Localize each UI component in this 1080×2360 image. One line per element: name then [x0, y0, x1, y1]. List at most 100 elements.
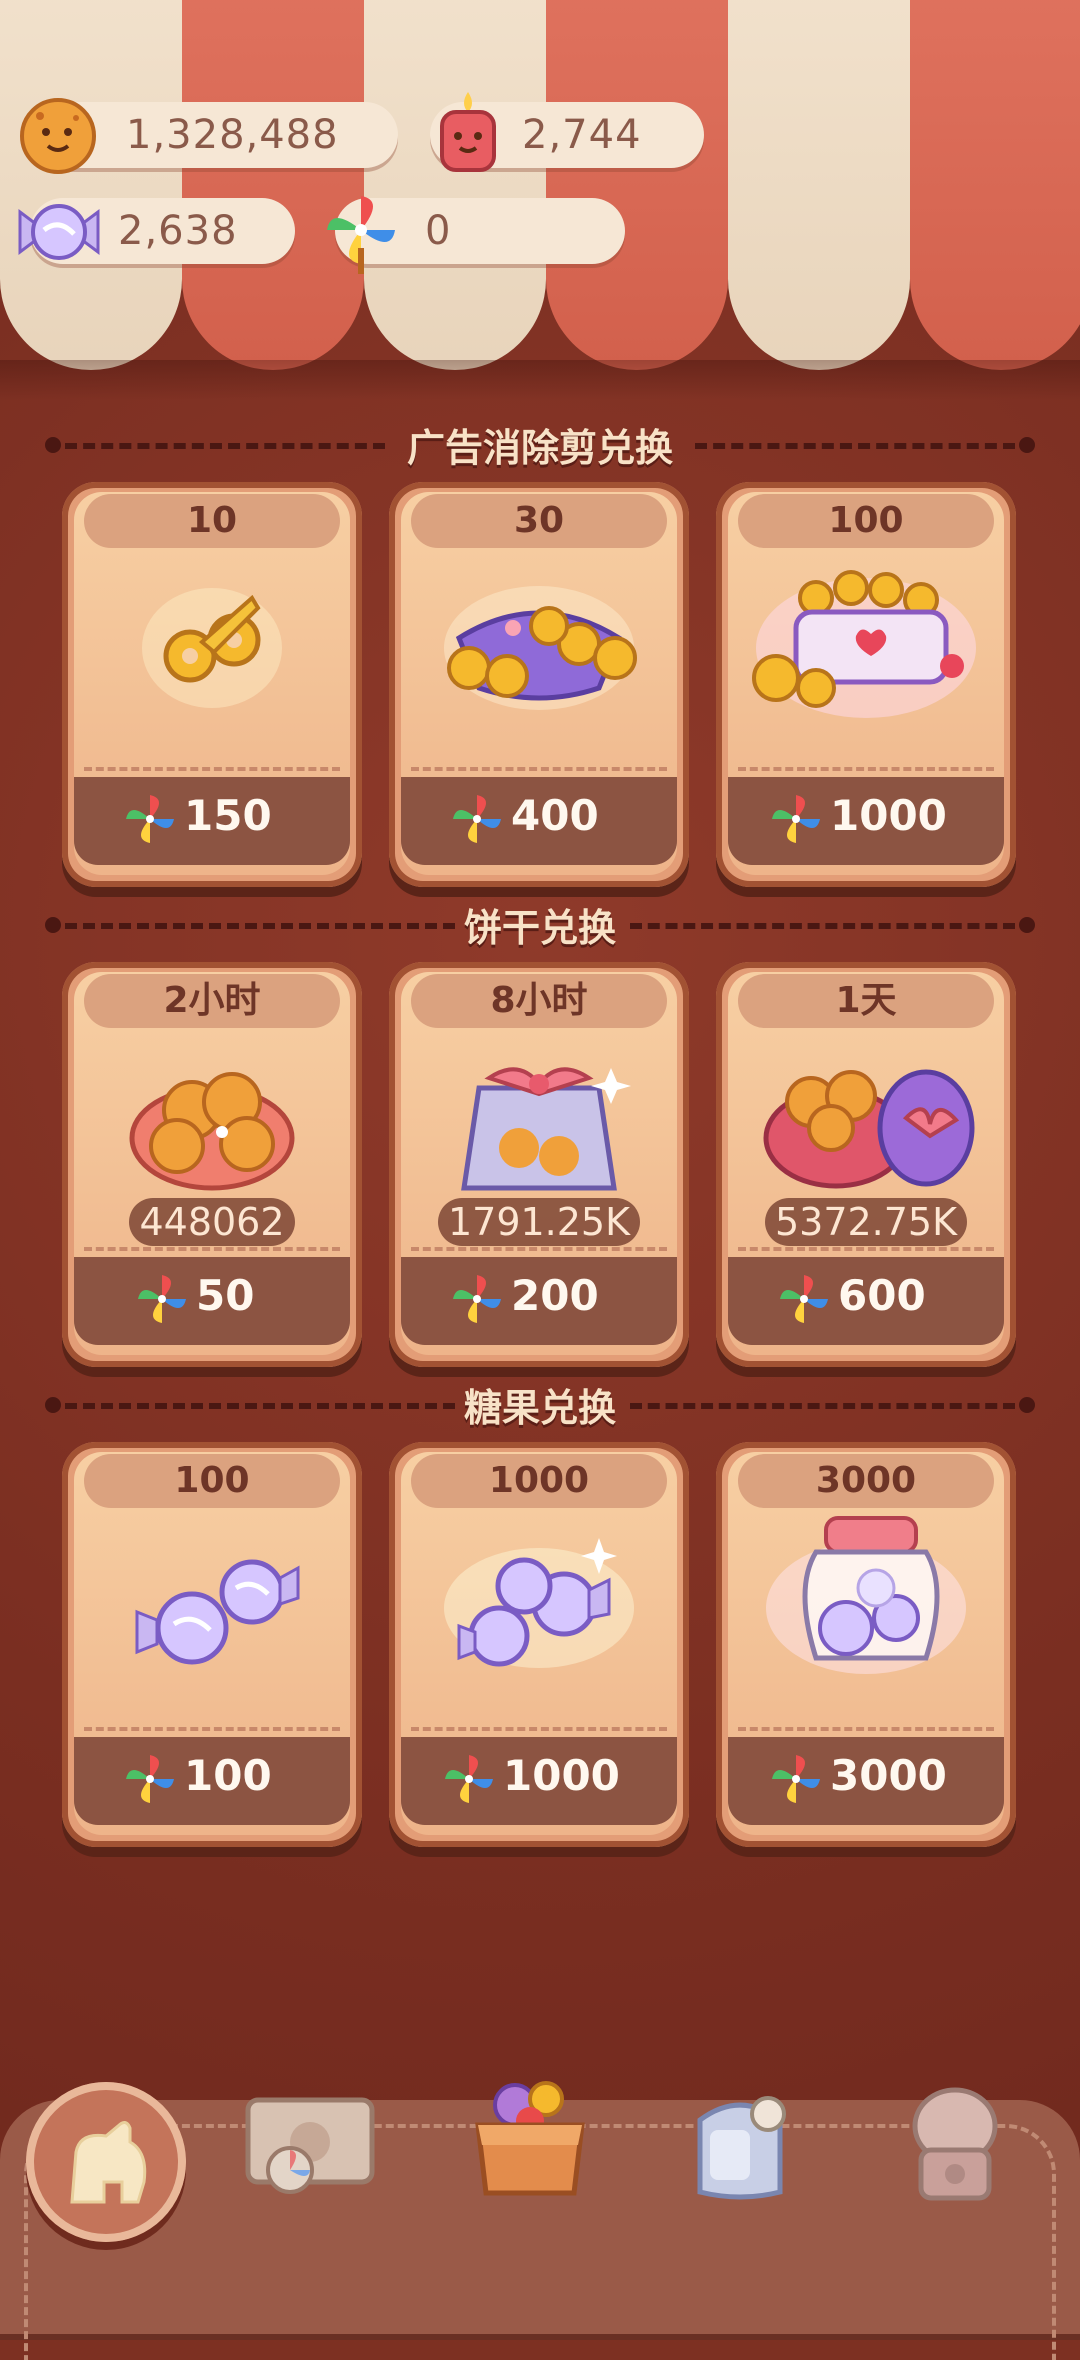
card-label: 1天	[738, 974, 994, 1028]
price-band: 600	[728, 1257, 1004, 1345]
back-icon	[70, 2121, 147, 2204]
shop-box-icon[interactable]	[460, 2075, 600, 2205]
reward-amount-text: 1791.25K	[437, 1198, 641, 1246]
cookie-currency[interactable]: 1,328,488	[20, 98, 398, 174]
candle-count: 2,744	[522, 112, 642, 158]
card-divider	[738, 1247, 994, 1251]
section-title: 糖果兑换	[463, 1386, 616, 1430]
pinwheel-icon	[126, 1755, 174, 1803]
pinwheel-currency[interactable]: 0	[327, 196, 625, 274]
shop-card-candy-1000[interactable]: 1000 1000	[389, 1442, 689, 1847]
machine-icon[interactable]	[885, 2080, 1025, 2210]
shop-card-candy-3000[interactable]: 3000 3000	[716, 1442, 1016, 1847]
awning-stripe	[0, 0, 182, 370]
price-band: 400	[401, 777, 677, 865]
price-value: 200	[511, 1271, 599, 1320]
reward-amount: 448062	[62, 1198, 362, 1246]
gold-scissors-icon	[142, 588, 282, 708]
card-label: 10	[84, 494, 340, 548]
scissors-jar-icon	[752, 570, 976, 718]
cookie-pile-icon	[129, 1072, 295, 1191]
pinwheel-icon	[327, 196, 395, 274]
card-divider	[411, 1247, 667, 1251]
awning-stripe	[182, 0, 364, 370]
card-label: 100	[84, 1454, 340, 1508]
pinwheel-icon	[445, 1755, 493, 1803]
card-divider	[411, 767, 667, 771]
card-divider	[84, 1247, 340, 1251]
price-value: 400	[511, 791, 599, 840]
cookie-count: 1,328,488	[126, 112, 339, 158]
scissors-basket-icon	[444, 586, 637, 710]
candle-currency[interactable]: 2,744	[430, 92, 704, 172]
awning-stripe	[728, 0, 910, 370]
shop-card-cookies-8h[interactable]: 8小时 1791.25K 200	[389, 962, 689, 1367]
pinwheel-icon	[453, 795, 501, 843]
price-band: 1000	[728, 777, 1004, 865]
cookie-gift-bag-icon	[461, 1067, 631, 1191]
awning-stripe	[546, 0, 728, 370]
cookie-gift-box-icon	[763, 1069, 975, 1189]
price-band: 50	[74, 1257, 350, 1345]
reward-amount: 5372.75K	[716, 1198, 1016, 1246]
price-value: 600	[838, 1271, 926, 1320]
price-value: 50	[196, 1271, 255, 1320]
map-icon[interactable]	[240, 2080, 380, 2210]
candy-count: 2,638	[118, 208, 238, 254]
section-header-cookies: 饼干兑换	[45, 905, 1035, 950]
price-band: 150	[74, 777, 350, 865]
pinwheel-icon	[772, 1755, 820, 1803]
awning-stripe	[910, 0, 1080, 370]
card-divider	[738, 1727, 994, 1731]
shop-card-scissors-10[interactable]: 10 150	[62, 482, 362, 887]
wardrobe-icon[interactable]	[670, 2080, 810, 2210]
cookie-icon	[20, 98, 96, 174]
pinwheel-icon	[126, 795, 174, 843]
price-value: 1000	[503, 1751, 620, 1800]
candy-currency[interactable]: 2,638	[18, 198, 295, 264]
card-label: 100	[738, 494, 994, 548]
section-title: 饼干兑换	[463, 906, 616, 950]
card-divider	[738, 767, 994, 771]
pinwheel-count: 0	[425, 208, 452, 254]
price-value: 1000	[830, 791, 947, 840]
section-header-candy: 糖果兑换	[45, 1385, 1035, 1430]
two-candies-icon	[135, 1559, 300, 1665]
pinwheel-icon	[138, 1275, 186, 1323]
price-band: 200	[401, 1257, 677, 1345]
card-label: 1000	[411, 1454, 667, 1508]
price-band: 100	[74, 1737, 350, 1825]
candy-pile-icon	[444, 1538, 634, 1668]
pinwheel-icon	[453, 1275, 501, 1323]
card-divider	[411, 1727, 667, 1731]
card-divider	[84, 1727, 340, 1731]
shop-card-candy-100[interactable]: 100 100	[62, 1442, 362, 1847]
back-button[interactable]	[26, 2082, 186, 2242]
awning	[0, 0, 1080, 370]
awning-shadow	[0, 360, 1080, 400]
candle-icon	[440, 92, 496, 172]
card-label: 2小时	[84, 974, 340, 1028]
candy-jar-icon	[766, 1516, 966, 1674]
price-value: 100	[184, 1751, 272, 1800]
card-label: 30	[411, 494, 667, 548]
section-header-scissors: 广告消除剪兑换	[45, 425, 1035, 470]
reward-amount-text: 5372.75K	[764, 1198, 968, 1246]
awning-stripe	[364, 0, 546, 370]
price-band: 3000	[728, 1737, 1004, 1825]
card-label: 8小时	[411, 974, 667, 1028]
section-title: 广告消除剪兑换	[406, 426, 673, 470]
shop-card-scissors-100[interactable]: 100 1000	[716, 482, 1016, 887]
shop-card-cookies-2h[interactable]: 2小时 448062 50	[62, 962, 362, 1367]
price-band: 1000	[401, 1737, 677, 1825]
candy-icon	[18, 204, 100, 260]
shop-card-cookies-1d[interactable]: 1天 5372.75K 600	[716, 962, 1016, 1367]
price-value: 150	[184, 791, 272, 840]
shop-card-scissors-30[interactable]: 30 400	[389, 482, 689, 887]
pinwheel-icon	[772, 795, 820, 843]
card-label: 3000	[738, 1454, 994, 1508]
pinwheel-icon	[780, 1275, 828, 1323]
price-value: 3000	[830, 1751, 947, 1800]
card-divider	[84, 767, 340, 771]
reward-amount: 1791.25K	[389, 1198, 689, 1246]
